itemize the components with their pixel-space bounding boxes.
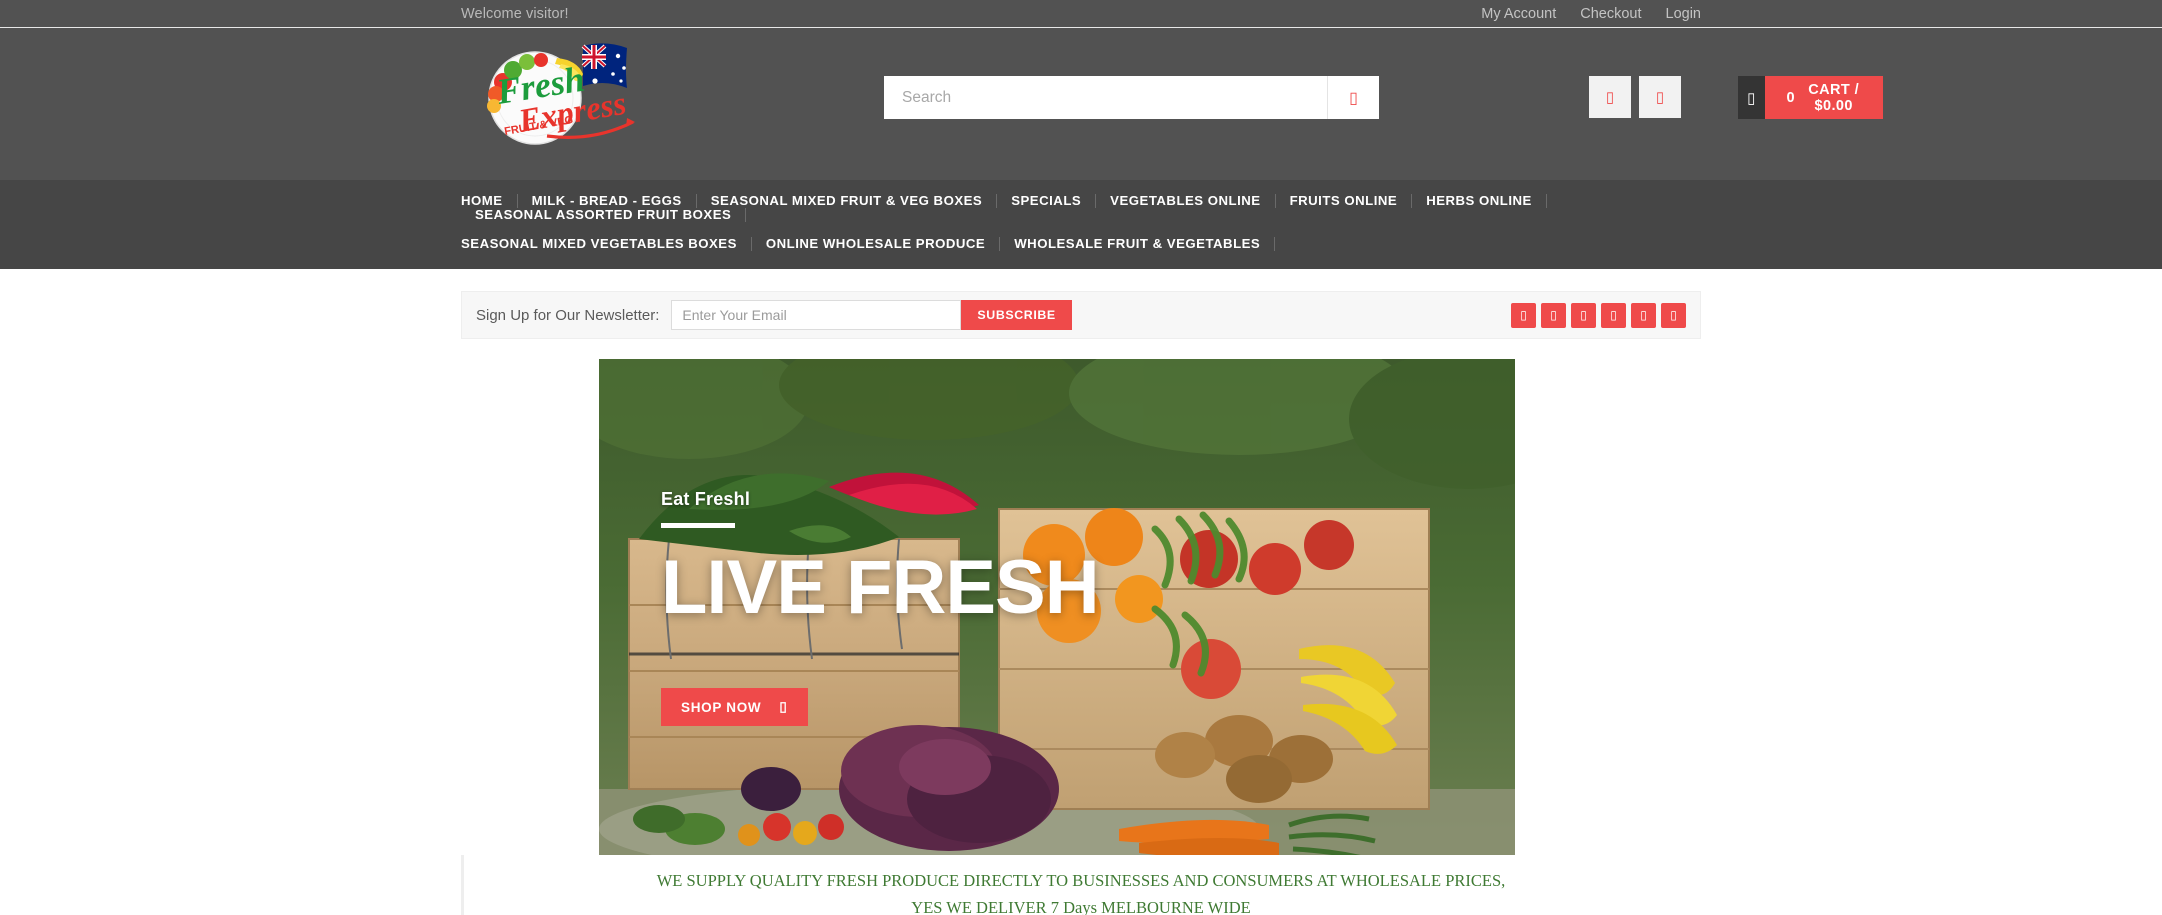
rss-icon[interactable]: ▯ (1661, 302, 1686, 328)
newsletter-label: Sign Up for Our Newsletter: (476, 306, 660, 324)
nav-item-milk-bread-eggs[interactable]: MILK - BREAD - EGGS (518, 194, 697, 208)
header-icon-buttons: ▯ ▯ (1589, 76, 1681, 118)
top-link-my-account[interactable]: My Account (1481, 6, 1556, 22)
shop-now-label: SHOP NOW (681, 699, 762, 715)
hero-title: LIVE FRESH (661, 545, 1100, 630)
tagline-line-1: WE SUPPLY QUALITY FRESH PRODUCE DIRECTLY… (656, 871, 1506, 890)
nav-item-fruits-online[interactable]: FRUITS ONLINE (1276, 194, 1413, 208)
newsletter-section: Sign Up for Our Newsletter: SUBSCRIBE ▯ … (0, 269, 2162, 339)
nav-item-online-wholesale-produce[interactable]: ONLINE WHOLESALE PRODUCE (752, 237, 1001, 251)
hero-eyebrow: Eat Freshl (661, 489, 751, 509)
facebook-icon[interactable]: ▯ (1511, 302, 1536, 328)
tagline-text: WE SUPPLY QUALITY FRESH PRODUCE DIRECTLY… (591, 871, 1571, 915)
arrow-right-icon: ▯ (779, 699, 788, 714)
shop-now-button[interactable]: SHOP NOW ▯ (661, 688, 808, 726)
hero-banner[interactable]: Eat Freshl LIVE FRESH SHOP NOW ▯ (599, 359, 1515, 855)
social-links: ▯ ▯ ▯ ▯ ▯ ▯ (1511, 302, 1686, 328)
nav-item-seasonal-mixed-vegetables-boxes[interactable]: SEASONAL MIXED VEGETABLES BOXES (461, 237, 752, 251)
top-link-login[interactable]: Login (1666, 6, 1701, 22)
instagram-icon[interactable]: ▯ (1571, 302, 1596, 328)
nav-item-seasonal-assorted-fruit-boxes[interactable]: SEASONAL ASSORTED FRUIT BOXES (461, 208, 747, 222)
wishlist-icon[interactable]: ▯ (1639, 76, 1681, 118)
logo-graphic: Fresh Express FRUIT & VEG (487, 43, 635, 145)
youtube-icon[interactable]: ▯ (1631, 302, 1656, 328)
tagline-left-rule (461, 855, 464, 915)
top-link-checkout[interactable]: Checkout (1580, 6, 1641, 22)
twitter-icon[interactable]: ▯ (1541, 302, 1566, 328)
cart-button[interactable]: 0 CART / $0.00 (1764, 76, 1884, 119)
hero-divider (661, 523, 735, 528)
welcome-message: Welcome visitor! (461, 5, 569, 22)
cart-total-label: CART / $0.00 (1808, 81, 1860, 114)
hero-content: Eat Freshl LIVE FRESH SHOP NOW ▯ (661, 489, 1100, 726)
top-utility-bar: Welcome visitor! My Account Checkout Log… (0, 0, 2162, 28)
top-links: My Account Checkout Login (1481, 6, 1701, 22)
hero-area: Eat Freshl LIVE FRESH SHOP NOW ▯ (461, 359, 1701, 855)
cart-widget: ▯ 0 CART / $0.00 (1738, 76, 1884, 119)
tagline-line-2: YES WE DELIVER 7 Days MELBOURNE WIDE (911, 898, 1251, 915)
compare-icon[interactable]: ▯ (1589, 76, 1631, 118)
site-logo[interactable]: Fresh Express FRUIT & VEG (461, 36, 643, 148)
subscribe-button[interactable]: SUBSCRIBE (961, 300, 1072, 330)
search-input[interactable] (884, 76, 1327, 119)
cart-count: 0 (1786, 89, 1795, 106)
nav-item-herbs-online[interactable]: HERBS ONLINE (1412, 194, 1547, 208)
shopping-cart-icon[interactable]: ▯ (1738, 76, 1765, 119)
nav-item-specials[interactable]: SPECIALS (997, 194, 1097, 208)
tagline-section: WE SUPPLY QUALITY FRESH PRODUCE DIRECTLY… (461, 855, 1701, 915)
pinterest-icon[interactable]: ▯ (1601, 302, 1626, 328)
nav-item-seasonal-mixed-fruit-veg-boxes[interactable]: SEASONAL MIXED FRUIT & VEG BOXES (697, 194, 998, 208)
main-navigation: HOME MILK - BREAD - EGGS SEASONAL MIXED … (0, 180, 2162, 269)
nav-row-1: HOME MILK - BREAD - EGGS SEASONAL MIXED … (461, 194, 1701, 222)
nav-item-home[interactable]: HOME (461, 194, 518, 208)
search-bar: ▯ (884, 76, 1379, 119)
nav-row-2: SEASONAL MIXED VEGETABLES BOXES ONLINE W… (461, 237, 1701, 251)
site-header: Fresh Express FRUIT & VEG ▯ ▯ ▯ ▯ 0 CART… (0, 28, 2162, 180)
nav-item-vegetables-online[interactable]: VEGETABLES ONLINE (1096, 194, 1276, 208)
newsletter-email-input[interactable] (671, 300, 962, 330)
search-icon[interactable]: ▯ (1327, 76, 1379, 119)
nav-item-wholesale-fruit-vegetables[interactable]: WHOLESALE FRUIT & VEGETABLES (1000, 237, 1276, 251)
